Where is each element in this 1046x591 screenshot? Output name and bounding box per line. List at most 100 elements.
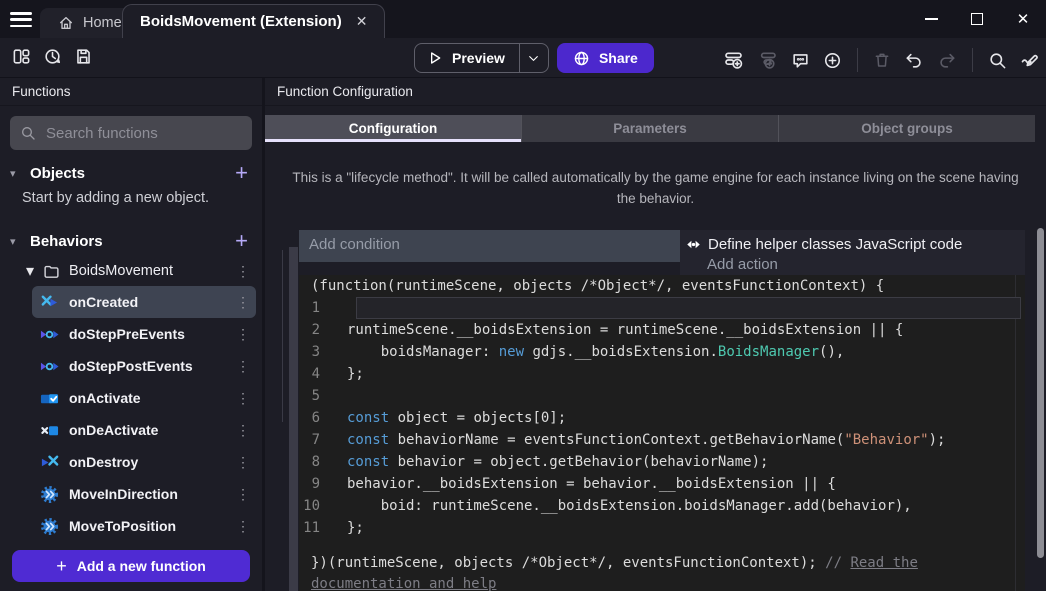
- tab-configuration[interactable]: Configuration: [265, 115, 522, 142]
- item-menu-icon[interactable]: ⋮: [236, 454, 250, 471]
- add-object-button[interactable]: +: [235, 163, 248, 183]
- line-number: 2: [299, 319, 347, 341]
- app-window: Home BoidsMovement (Extension) ✕ ✕ Previ…: [0, 0, 1046, 591]
- group-menu-icon[interactable]: ⋮: [236, 263, 250, 280]
- edit-extension-icon[interactable]: [1020, 50, 1040, 70]
- window-controls: ✕: [908, 0, 1046, 38]
- plus-icon: +: [56, 556, 67, 577]
- event-sheet: Add condition Define helper classes Java…: [277, 228, 1025, 591]
- item-menu-icon[interactable]: ⋮: [236, 326, 250, 343]
- item-menu-icon[interactable]: ⋮: [236, 358, 250, 375]
- behaviors-section-label: Behaviors: [30, 233, 227, 250]
- preview-button-main[interactable]: Preview: [415, 44, 519, 72]
- share-button[interactable]: Share: [557, 43, 654, 73]
- search-icon[interactable]: [988, 51, 1007, 70]
- search-icon: [20, 125, 36, 141]
- project-manager-icon[interactable]: [12, 47, 31, 66]
- js-code-editor[interactable]: (function(runtimeScene, objects /*Object…: [299, 275, 1025, 591]
- minimize-button[interactable]: [908, 0, 954, 38]
- function-item-label: doStepPreEvents: [69, 326, 226, 342]
- line-number: 1: [299, 297, 347, 319]
- collapse-arrow-icon[interactable]: ▾: [10, 167, 22, 180]
- close-button[interactable]: ✕: [1000, 0, 1046, 38]
- chevron-down-icon: [527, 52, 540, 65]
- add-condition-button[interactable]: Add condition: [299, 230, 680, 262]
- function-item-label: doStepPostEvents: [69, 358, 226, 374]
- item-menu-icon[interactable]: ⋮: [236, 422, 250, 439]
- line-number: 9: [299, 473, 347, 495]
- undo-icon[interactable]: [904, 51, 924, 70]
- code-lines: 12runtimeScene.__boidsExtension = runtim…: [299, 297, 1025, 539]
- function-item-onCreated[interactable]: onCreated ⋮: [32, 286, 256, 318]
- line-number: 4: [299, 363, 347, 385]
- function-item-doStepPostEvents[interactable]: doStepPostEvents ⋮: [32, 350, 256, 382]
- add-comment-icon[interactable]: [791, 51, 810, 70]
- home-icon: [58, 15, 74, 31]
- configuration-tabs: ConfigurationParametersObject groups: [265, 115, 1035, 142]
- behavior-functions-list: onCreated⋮doStepPreEvents⋮doStepPostEven…: [0, 286, 262, 542]
- toolbar-center: Preview Share: [414, 43, 654, 73]
- preview-dropdown-button[interactable]: [520, 44, 548, 72]
- globe-icon: [573, 50, 590, 67]
- vertical-scrollbar[interactable]: [1037, 228, 1044, 558]
- folder-icon: [43, 263, 60, 280]
- add-function-button[interactable]: + Add a new function: [12, 550, 250, 582]
- objects-section-header[interactable]: ▾ Objects +: [0, 158, 262, 188]
- function-item-doStepPreEvents[interactable]: doStepPreEvents ⋮: [32, 318, 256, 350]
- lifecycle-created-icon: [40, 293, 59, 312]
- add-event-icon[interactable]: [723, 50, 744, 70]
- tab-boidsmovement[interactable]: BoidsMovement (Extension) ✕: [122, 4, 385, 38]
- line-number: 10: [299, 495, 347, 517]
- gear-icon: [40, 517, 59, 536]
- preview-button[interactable]: Preview: [414, 43, 549, 73]
- function-item-label: onCreated: [69, 294, 226, 310]
- tab-object-groups[interactable]: Object groups: [779, 115, 1035, 142]
- behavior-group-boidsmovement[interactable]: ▾ BoidsMovement ⋮: [0, 256, 262, 286]
- function-item-onActivate[interactable]: onActivate⋮: [32, 382, 256, 414]
- item-menu-icon[interactable]: ⋮: [236, 486, 250, 503]
- trash-icon: [873, 51, 891, 69]
- tab-parameters[interactable]: Parameters: [522, 115, 779, 142]
- function-item-label: MoveInDirection: [69, 486, 226, 502]
- function-item-onDestroy[interactable]: onDestroy⋮: [32, 446, 256, 478]
- history-icon[interactable]: [43, 47, 62, 66]
- objects-section-label: Objects: [30, 165, 227, 182]
- function-item-MoveInDirection[interactable]: MoveInDirection ⋮: [32, 478, 256, 510]
- add-behavior-button[interactable]: +: [235, 231, 248, 251]
- function-item-MoveToPosition[interactable]: MoveToPosition ⋮: [32, 510, 256, 542]
- tab-home-label: Home: [83, 15, 122, 31]
- code-text: boid: runtimeScene.__boidsExtension.boid…: [347, 495, 912, 517]
- item-menu-icon[interactable]: ⋮: [236, 294, 250, 311]
- code-text: behavior.__boidsExtension = behavior.__b…: [347, 473, 836, 495]
- behaviors-section-header[interactable]: ▾ Behaviors +: [0, 226, 262, 256]
- function-item-label: MoveToPosition: [69, 518, 226, 534]
- event-left-rail[interactable]: [289, 247, 298, 591]
- tab-close-icon[interactable]: ✕: [356, 13, 368, 30]
- maximize-button[interactable]: [954, 0, 1000, 38]
- line-number: 3: [299, 341, 347, 363]
- search-functions-input[interactable]: Search functions: [10, 116, 252, 150]
- function-item-onDeActivate[interactable]: onDeActivate ⋮: [32, 414, 256, 446]
- add-function-label: Add a new function: [77, 558, 206, 574]
- save-icon[interactable]: [74, 47, 93, 66]
- activate-icon: [40, 389, 59, 408]
- main-menu-icon[interactable]: [10, 12, 32, 27]
- code-text: };: [347, 363, 364, 385]
- preview-label: Preview: [452, 50, 505, 66]
- function-item-label: onDeActivate: [69, 422, 226, 438]
- add-action-button[interactable]: Add action: [680, 256, 1025, 275]
- code-line-2: 2runtimeScene.__boidsExtension = runtime…: [299, 319, 1025, 341]
- toolbar-divider: [857, 48, 858, 72]
- redo-icon: [937, 51, 957, 70]
- item-menu-icon[interactable]: ⋮: [236, 518, 250, 535]
- add-circle-icon[interactable]: [823, 51, 842, 70]
- tab-boidsmovement-label: BoidsMovement (Extension): [140, 13, 342, 30]
- code-text: const behavior = object.getBehavior(beha…: [347, 451, 768, 473]
- collapse-arrow-icon[interactable]: ▾: [10, 235, 22, 248]
- collapse-arrow-icon[interactable]: ▾: [26, 261, 34, 281]
- step-icon: [40, 357, 59, 376]
- item-menu-icon[interactable]: ⋮: [236, 390, 250, 407]
- code-line-11: 11};: [299, 517, 1025, 539]
- line-number: 11: [299, 517, 347, 539]
- js-event-title-label: Define helper classes JavaScript code: [708, 236, 962, 253]
